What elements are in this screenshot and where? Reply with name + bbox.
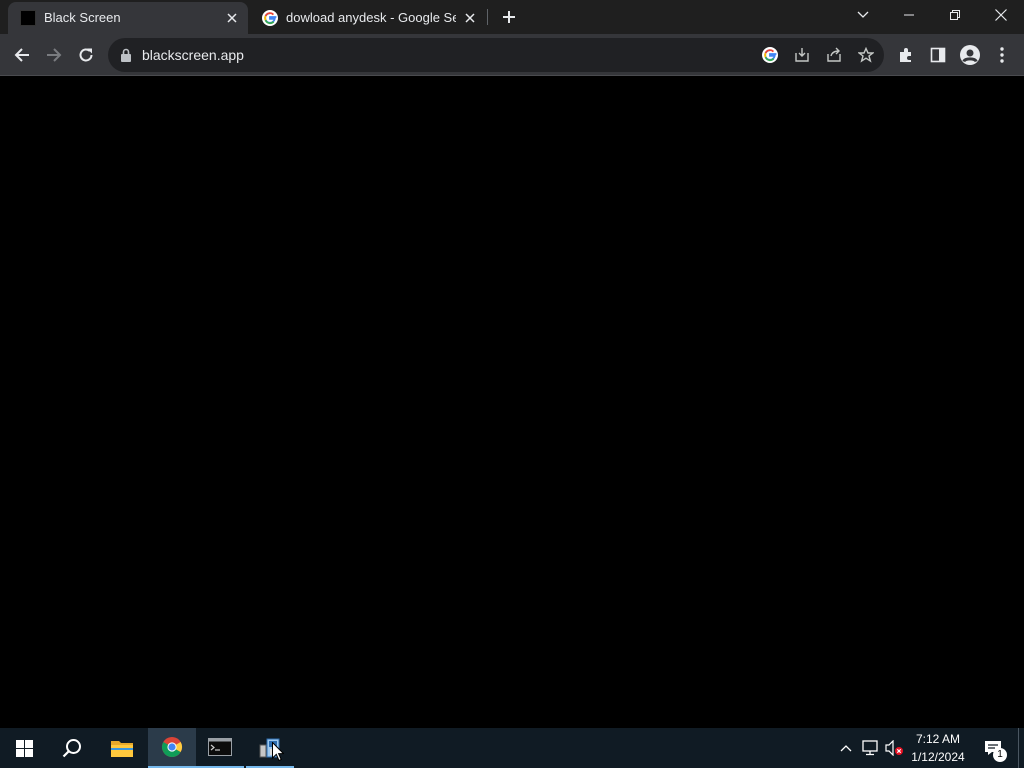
- reload-icon: [79, 48, 93, 62]
- close-tab-icon[interactable]: [462, 10, 478, 26]
- menu-button[interactable]: [986, 39, 1018, 71]
- tab-google-search[interactable]: dowload anydesk - Google Search: [250, 2, 486, 34]
- file-explorer-button[interactable]: [98, 728, 146, 768]
- tab-divider: [487, 9, 488, 25]
- new-tab-button[interactable]: [498, 6, 520, 28]
- url-text[interactable]: blackscreen.app: [142, 47, 244, 63]
- tab-title: Black Screen: [44, 10, 121, 25]
- tab-title: dowload anydesk - Google Search: [286, 10, 456, 25]
- menu-icon: [1000, 47, 1004, 63]
- show-hidden-icons[interactable]: [836, 728, 856, 768]
- tab-search-icon: [857, 11, 869, 18]
- google-lens-icon: [762, 47, 778, 63]
- close-icon: [995, 9, 1007, 21]
- volume-muted-icon: [885, 740, 903, 756]
- tab-strip: Black Screen dowload anydesk - Google Se…: [0, 0, 1024, 34]
- close-tab-icon[interactable]: [224, 10, 240, 26]
- back-icon: [14, 48, 29, 62]
- file-explorer-icon: [111, 741, 133, 757]
- plus-icon: [503, 11, 515, 23]
- start-icon: [15, 739, 33, 757]
- install-app-button[interactable]: [787, 40, 817, 70]
- tab-black-screen[interactable]: Black Screen: [8, 2, 248, 34]
- share-button[interactable]: [819, 40, 849, 70]
- google-lens-button[interactable]: [755, 40, 785, 70]
- terminal-icon: [208, 738, 232, 756]
- clock[interactable]: 7:12 AM 1/12/2024: [904, 730, 972, 766]
- taskbar: 7:12 AM 1/12/2024 1: [0, 728, 1024, 768]
- restore-icon: [950, 10, 960, 20]
- network-button[interactable]: [860, 728, 882, 768]
- start-button[interactable]: [0, 728, 48, 768]
- reload-button[interactable]: [70, 39, 102, 71]
- search-icon: [62, 739, 81, 758]
- bookmark-button[interactable]: [851, 40, 881, 70]
- forward-icon: [47, 48, 62, 62]
- black-square-icon: [20, 10, 36, 26]
- minimize-icon: [904, 14, 914, 16]
- install-app-icon: [795, 48, 809, 62]
- mouse-cursor-icon: [272, 742, 284, 761]
- clock-time: 7:12 AM: [915, 732, 961, 746]
- clock-date: 1/12/2024: [911, 750, 965, 764]
- page-content[interactable]: [0, 76, 1024, 728]
- terminal-button[interactable]: [196, 728, 244, 768]
- restore-button[interactable]: [932, 0, 978, 30]
- chrome-button[interactable]: [148, 728, 196, 768]
- browser-toolbar: blackscreen.app: [0, 34, 1024, 76]
- profile-button[interactable]: [954, 39, 986, 71]
- notifications-button[interactable]: 1: [978, 728, 1008, 768]
- extensions-icon: [900, 48, 911, 62]
- chevron-up-icon: [840, 745, 852, 752]
- profile-icon: [960, 45, 980, 65]
- search-button[interactable]: [48, 728, 96, 768]
- network-icon: [862, 740, 878, 756]
- volume-button[interactable]: [884, 728, 906, 768]
- address-bar[interactable]: blackscreen.app: [108, 38, 884, 72]
- forward-button[interactable]: [38, 39, 70, 71]
- side-panel-icon: [930, 47, 946, 63]
- lock-icon[interactable]: [120, 48, 132, 62]
- tab-search-button[interactable]: [840, 0, 886, 30]
- google-g-icon: [262, 10, 278, 26]
- extensions-button[interactable]: [890, 39, 922, 71]
- program-button[interactable]: [246, 728, 294, 768]
- close-window-button[interactable]: [978, 0, 1024, 30]
- bookmark-star-icon: [858, 47, 874, 63]
- chrome-icon: [162, 737, 182, 757]
- show-desktop-button[interactable]: [1018, 728, 1024, 768]
- notification-count-badge: 1: [993, 748, 1007, 762]
- minimize-button[interactable]: [886, 0, 932, 30]
- share-icon: [827, 47, 841, 62]
- back-button[interactable]: [6, 39, 38, 71]
- side-panel-button[interactable]: [922, 39, 954, 71]
